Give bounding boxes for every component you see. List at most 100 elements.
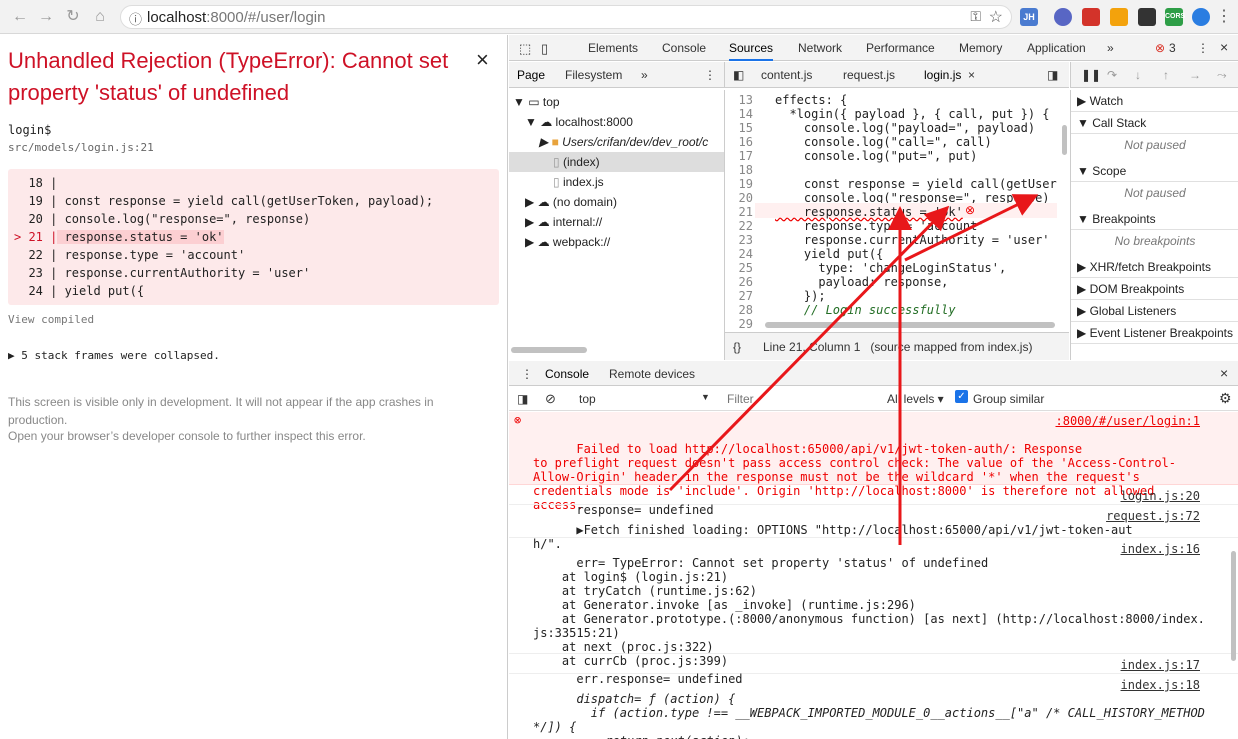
file-tab-active[interactable]: login.js bbox=[924, 68, 961, 82]
source-link[interactable]: :8000/#/user/login:1 bbox=[1056, 414, 1201, 428]
tree-item-file[interactable]: ▯ index.js bbox=[553, 175, 604, 189]
section-event-listener-breakpoints[interactable]: ▶ Event Listener Breakpoints bbox=[1071, 322, 1238, 344]
jh-extension-icon[interactable]: JH bbox=[1020, 8, 1038, 26]
pretty-print-icon[interactable]: {} bbox=[733, 340, 741, 354]
deactivate-breakpoints-icon[interactable]: ⤳ bbox=[1217, 68, 1227, 83]
clear-console-icon[interactable]: ⊘ bbox=[545, 391, 556, 407]
info-icon[interactable]: ⓘ bbox=[129, 9, 142, 28]
drawer-menu-icon[interactable]: ⋮ bbox=[521, 367, 533, 381]
step-out-icon[interactable]: ↑ bbox=[1163, 68, 1169, 82]
tab-remote-devices[interactable]: Remote devices bbox=[609, 367, 695, 381]
star-icon[interactable]: ☆ bbox=[989, 7, 1003, 27]
menu-icon[interactable]: ⋮ bbox=[704, 68, 716, 82]
source-link[interactable]: index.js:16 bbox=[1121, 542, 1200, 556]
pause-icon[interactable]: ❚❚ bbox=[1081, 68, 1101, 82]
close-icon[interactable]: × bbox=[1220, 39, 1228, 55]
source-link[interactable]: index.js:18 bbox=[1121, 678, 1200, 692]
code-line: 19 | const response = yield call(getUser… bbox=[14, 194, 434, 208]
dev-note: Open your browser’s developer console to… bbox=[8, 429, 366, 443]
device-icon[interactable]: ▯ bbox=[541, 41, 548, 57]
close-icon[interactable]: × bbox=[476, 47, 489, 73]
tab-console[interactable]: Console bbox=[545, 367, 589, 381]
address-bar[interactable]: ⓘ localhost:8000/#/user/login ⚿ ☆ bbox=[120, 5, 1012, 29]
key-icon[interactable]: ⚿ bbox=[970, 8, 981, 25]
section-dom-breakpoints[interactable]: ▶ DOM Breakpoints bbox=[1071, 278, 1238, 300]
tab-sources[interactable]: Sources bbox=[729, 41, 774, 61]
debugger-toolbar: ❚❚ ↷ ↓ ↑ → ⤳ bbox=[1070, 62, 1238, 88]
tree-item-origin[interactable]: ▼ ☁ localhost:8000 bbox=[525, 115, 633, 129]
error-icon[interactable]: ⊗ bbox=[1155, 41, 1165, 55]
step-icon[interactable]: → bbox=[1189, 68, 1201, 82]
source-link[interactable]: login.js:20 bbox=[1121, 489, 1200, 503]
console-toolbar: ◨ ⊘ top ▼ All levels ▾ ✓ Group similar ⚙ bbox=[509, 387, 1238, 411]
section-xhr-breakpoints[interactable]: ▶ XHR/fetch Breakpoints bbox=[1071, 256, 1238, 278]
tab-application[interactable]: Application bbox=[1027, 41, 1086, 55]
menu-icon[interactable]: ⋮ bbox=[1214, 7, 1234, 27]
toggle-debugger-icon[interactable]: ◨ bbox=[1047, 68, 1058, 82]
extension-icon[interactable] bbox=[1192, 8, 1210, 26]
file-tab[interactable]: request.js bbox=[843, 68, 895, 82]
error-file[interactable]: src/models/login.js:21 bbox=[8, 141, 154, 154]
cursor-position: Line 21, Column 1 (source mapped from in… bbox=[763, 340, 1033, 354]
tab-console[interactable]: Console bbox=[662, 41, 706, 55]
file-tab[interactable]: content.js bbox=[761, 68, 812, 82]
view-compiled-link[interactable]: View compiled bbox=[8, 313, 94, 326]
vertical-scrollbar[interactable] bbox=[1231, 551, 1236, 661]
tab-memory[interactable]: Memory bbox=[959, 41, 1002, 55]
extension-icon[interactable] bbox=[1082, 8, 1100, 26]
context-select[interactable]: top bbox=[579, 392, 596, 406]
section-watch[interactable]: ▶ Watch bbox=[1071, 90, 1238, 112]
close-icon[interactable]: × bbox=[968, 68, 975, 82]
not-paused-text: Not paused bbox=[1124, 138, 1186, 152]
more-tabs-icon[interactable]: » bbox=[1107, 41, 1114, 55]
tree-item-webpack[interactable]: ▶ ☁ webpack:// bbox=[525, 235, 610, 249]
tab-filesystem[interactable]: Filesystem bbox=[565, 68, 622, 82]
tree-item-folder[interactable]: ▶ ■ Users/crifan/dev/dev_root/c bbox=[539, 135, 708, 149]
forward-icon[interactable]: → bbox=[36, 7, 56, 27]
gear-icon[interactable]: ⚙ bbox=[1219, 390, 1232, 407]
horizontal-scrollbar[interactable] bbox=[511, 347, 587, 353]
vertical-scrollbar[interactable] bbox=[1062, 125, 1067, 155]
back-icon[interactable]: ← bbox=[10, 7, 30, 27]
extension-icon[interactable] bbox=[1054, 8, 1072, 26]
error-source-line[interactable]: response.status = 'ok' bbox=[775, 205, 963, 219]
tab-network[interactable]: Network bbox=[798, 41, 842, 55]
source-editor[interactable]: 13 effects: { 14 *login({ payload }, { ca… bbox=[724, 90, 1069, 360]
sidebar-toggle-icon[interactable]: ◨ bbox=[517, 392, 528, 406]
filter-input[interactable] bbox=[723, 390, 873, 408]
levels-select[interactable]: All levels ▾ bbox=[887, 392, 944, 406]
message-text: err= TypeError: Cannot set property 'sta… bbox=[533, 556, 1205, 668]
group-similar-checkbox[interactable]: ✓ bbox=[955, 390, 968, 403]
step-over-icon[interactable]: ↷ bbox=[1107, 68, 1117, 82]
chevron-down-icon[interactable]: ▼ bbox=[701, 392, 710, 402]
source-link[interactable]: request.js:72 bbox=[1106, 509, 1200, 523]
tab-performance[interactable]: Performance bbox=[866, 41, 935, 55]
tab-elements[interactable]: Elements bbox=[588, 41, 638, 55]
inspect-icon[interactable]: ⬚ bbox=[519, 41, 531, 57]
home-icon[interactable]: ⌂ bbox=[90, 7, 110, 27]
tree-item-nodomain[interactable]: ▶ ☁ (no domain) bbox=[525, 195, 617, 209]
tree-item-index[interactable]: ▯ (index) bbox=[509, 152, 724, 172]
toggle-navigator-icon[interactable]: ◧ bbox=[733, 68, 744, 82]
source-link[interactable]: index.js:17 bbox=[1121, 658, 1200, 672]
console-log-message[interactable]: ▶Fetch finished loading: OPTIONS "http:/… bbox=[509, 506, 1238, 551]
close-icon[interactable]: × bbox=[1220, 365, 1228, 381]
section-global-listeners[interactable]: ▶ Global Listeners bbox=[1071, 300, 1238, 322]
step-into-icon[interactable]: ↓ bbox=[1135, 68, 1141, 82]
section-scope[interactable]: ▼ Scope bbox=[1071, 160, 1238, 182]
error-icon[interactable]: ⊗ bbox=[965, 203, 975, 217]
tab-page[interactable]: Page bbox=[517, 68, 545, 82]
section-breakpoints[interactable]: ▼ Breakpoints bbox=[1071, 208, 1238, 230]
extension-icon[interactable] bbox=[1110, 8, 1128, 26]
reload-icon[interactable]: ↻ bbox=[63, 7, 83, 27]
error-overlay: Unhandled Rejection (TypeError): Cannot … bbox=[0, 35, 508, 739]
cors-extension-icon[interactable]: CORS bbox=[1165, 8, 1185, 26]
section-call-stack[interactable]: ▼ Call Stack bbox=[1071, 112, 1238, 134]
collapsed-frames-toggle[interactable]: ▶ 5 stack frames were collapsed. bbox=[8, 349, 220, 362]
horizontal-scrollbar[interactable] bbox=[765, 322, 1055, 328]
tree-item-internal[interactable]: ▶ ☁ internal:// bbox=[525, 215, 602, 229]
qr-extension-icon[interactable] bbox=[1138, 8, 1156, 26]
tree-item-top[interactable]: ▼ ▭ top bbox=[513, 95, 560, 109]
settings-menu-icon[interactable]: ⋮ bbox=[1197, 41, 1209, 55]
more-icon[interactable]: » bbox=[641, 68, 648, 82]
